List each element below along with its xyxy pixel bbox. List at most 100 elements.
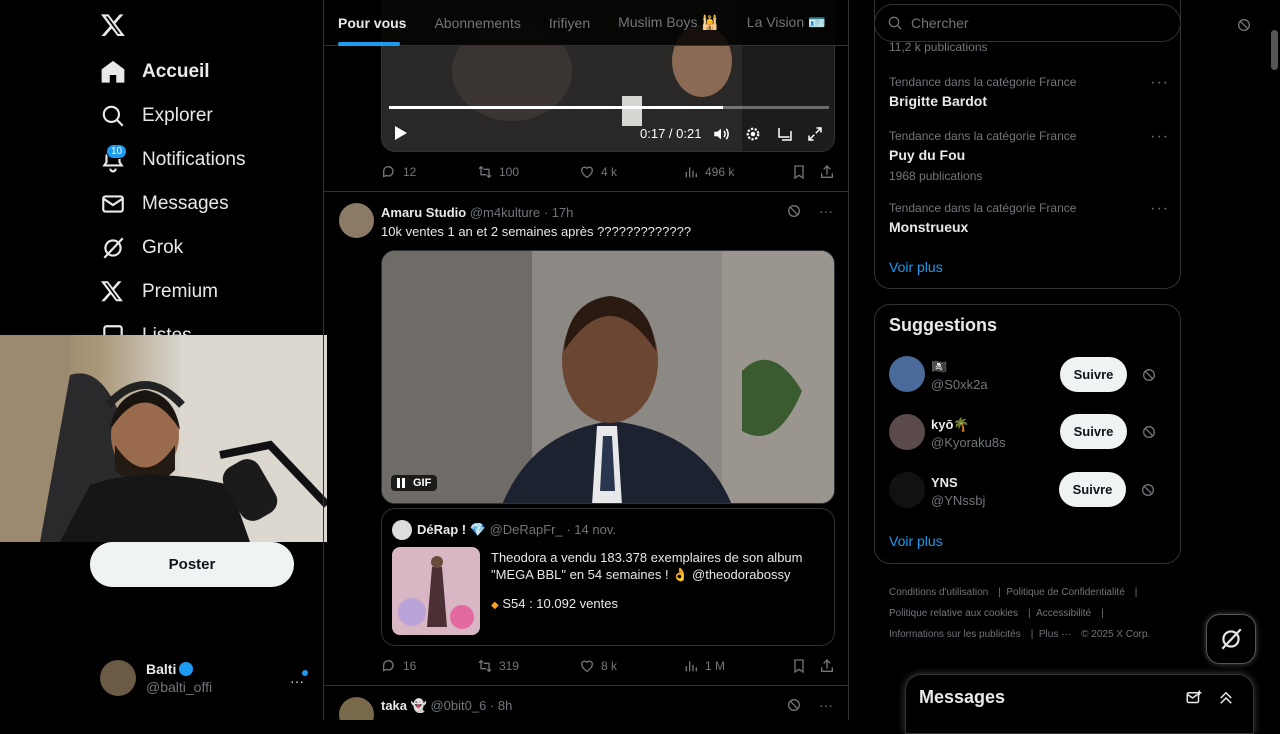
nav-item-home[interactable]: Accueil (100, 50, 210, 94)
avatar[interactable] (339, 697, 374, 720)
left-sidebar: Accueil Explorer Notifications 10 Messag… (0, 0, 327, 720)
tab-irifiyen[interactable]: Irifiyen (549, 15, 590, 31)
active-tab-indicator (338, 42, 400, 46)
suggestion-name: YNS (931, 475, 958, 490)
messages-drawer[interactable]: Messages (905, 674, 1254, 734)
block-icon[interactable] (1140, 482, 1156, 498)
suggestion-item[interactable]: 🏴‍☠️ @S0xk2a (889, 356, 1169, 396)
post-time[interactable]: · 8h (490, 698, 512, 713)
tab-following[interactable]: Abonnements (434, 15, 520, 31)
grok-floating-button[interactable] (1206, 614, 1256, 664)
nav-label: Notifications (142, 149, 246, 170)
share-icon[interactable] (819, 164, 835, 180)
views-button[interactable]: 1 M (683, 658, 791, 674)
diamond-icon: 💎 (469, 522, 486, 537)
pip-icon[interactable] (776, 125, 794, 143)
repost-icon (478, 165, 492, 179)
reply-button[interactable]: 12 (381, 164, 477, 180)
post-header: taka 👻 @0bit0_6 · 8h (381, 698, 512, 714)
messages-drawer-title: Messages (919, 687, 1006, 707)
author-handle[interactable]: @0bit0_6 (430, 698, 486, 713)
views-button[interactable]: 496 k (683, 164, 791, 180)
author-name[interactable]: Amaru Studio (381, 205, 466, 220)
share-icon[interactable] (819, 658, 835, 674)
block-icon[interactable] (786, 203, 802, 219)
gif-media[interactable]: GIF (381, 250, 835, 504)
post-button[interactable]: Poster (90, 542, 294, 587)
block-icon[interactable] (1236, 17, 1252, 33)
repost-button[interactable]: 100 (477, 164, 579, 180)
unread-dot (302, 670, 308, 676)
tab-la-vision[interactable]: La Vision 🪪 (747, 14, 826, 31)
x-logo-icon[interactable] (100, 12, 126, 38)
volume-icon[interactable] (712, 125, 730, 143)
avatar[interactable] (339, 203, 374, 238)
suggestion-item[interactable]: YNS @YNssbj (889, 472, 1169, 512)
account-switcher[interactable]: Balti @balti_offi (100, 660, 212, 696)
nav-item-explore[interactable]: Explorer (100, 94, 213, 138)
tab-muslim-boys[interactable]: Muslim Boys 🕌 (618, 14, 719, 31)
trend-item[interactable]: Tendance dans la catégorie France Brigitt… (889, 75, 1169, 109)
author-handle[interactable]: @m4kulture (470, 205, 540, 220)
views-icon (685, 661, 697, 672)
footer-link[interactable]: Politique relative aux cookies (889, 608, 1018, 619)
post-text: 10k ventes 1 an et 2 semaines après ????… (381, 224, 692, 239)
nav-item-premium[interactable]: Premium (100, 270, 218, 314)
footer-link[interactable]: Informations sur les publicités (889, 629, 1021, 640)
trend-more-icon[interactable]: ··· (1150, 128, 1169, 146)
suggestions-see-more-link[interactable]: Voir plus (889, 533, 943, 549)
repost-button[interactable]: 319 (477, 658, 579, 674)
like-button[interactable]: 4 k (579, 164, 683, 180)
settings-gear-icon[interactable] (744, 125, 762, 143)
trend-more-icon[interactable]: ··· (1150, 74, 1169, 92)
search-icon (100, 103, 126, 129)
follow-button[interactable]: Suivre (1060, 357, 1127, 392)
trend-item[interactable]: Tendance dans la catégorie France Puy du … (889, 129, 1169, 183)
expand-icon[interactable] (1217, 689, 1235, 707)
video-progress-track[interactable] (389, 106, 829, 109)
fullscreen-icon[interactable] (806, 125, 824, 143)
block-icon[interactable] (1141, 367, 1157, 383)
x-logo-icon (100, 279, 126, 305)
quote-image (392, 547, 480, 635)
follow-button[interactable]: Suivre (1060, 414, 1127, 449)
trend-more-icon[interactable]: ··· (1150, 200, 1169, 218)
block-icon[interactable] (786, 697, 802, 713)
post-more-icon[interactable]: ··· (819, 203, 833, 219)
reply-button[interactable]: 16 (381, 658, 477, 674)
trend-item[interactable]: Tendance dans la catégorie France Monstru… (889, 201, 1169, 235)
suggestion-item[interactable]: kyō🌴 @Kyoraku8s (889, 414, 1169, 454)
play-icon[interactable] (394, 125, 408, 141)
scrollbar[interactable] (1271, 30, 1278, 70)
bookmark-icon[interactable] (791, 164, 819, 180)
block-icon[interactable] (1141, 424, 1157, 440)
footer-link[interactable]: Plus ··· (1039, 629, 1071, 640)
search-input[interactable]: Chercher (911, 15, 969, 31)
video-time: 0:17 / 0:21 (640, 126, 702, 141)
grok-icon (1221, 628, 1242, 650)
author-name[interactable]: taka (381, 698, 407, 713)
follow-button[interactable]: Suivre (1059, 472, 1126, 507)
divider (324, 191, 848, 192)
bookmark-icon[interactable] (791, 658, 819, 674)
quoted-post[interactable]: DéRap ! 💎 @DeRapFr_ · 14 nov. Theodora a… (381, 508, 835, 646)
nav-item-messages[interactable]: Messages (100, 182, 229, 226)
search-bar[interactable]: Chercher (874, 4, 1181, 42)
footer-link[interactable]: Accessibilité (1036, 608, 1091, 619)
post-actions: 16 319 8 k 1 M (381, 658, 841, 674)
more-icon[interactable]: ··· (290, 673, 304, 689)
nav-item-grok[interactable]: Grok (100, 226, 183, 270)
footer-link[interactable]: Politique de Confidentialité (1006, 587, 1124, 598)
copyright: © 2025 X Corp. (1081, 629, 1151, 640)
nav-label: Premium (142, 281, 219, 302)
tab-for-you[interactable]: Pour vous (338, 15, 406, 31)
post-actions: 12 100 4 k 496 k (381, 164, 841, 180)
grok-icon (100, 235, 126, 261)
post-time[interactable]: · 17h (544, 205, 574, 220)
like-button[interactable]: 8 k (579, 658, 683, 674)
footer-link[interactable]: Conditions d'utilisation (889, 587, 988, 598)
trends-see-more-link[interactable]: Voir plus (889, 259, 943, 275)
new-message-icon[interactable] (1185, 689, 1203, 707)
post-more-icon[interactable]: ··· (819, 697, 833, 713)
gif-badge[interactable]: GIF (391, 475, 438, 491)
